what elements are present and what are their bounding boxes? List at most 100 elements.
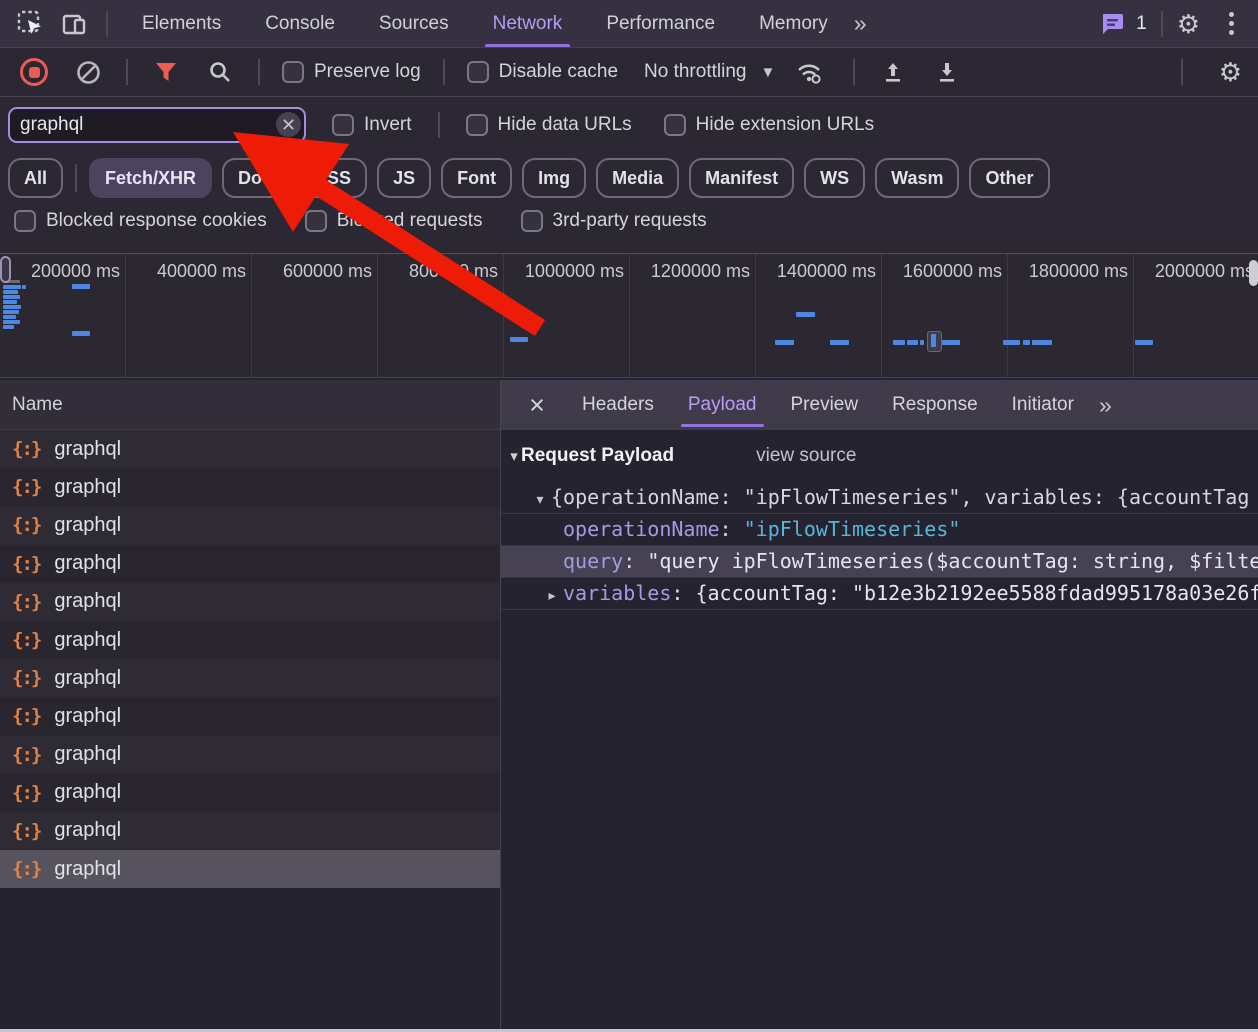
filter-band: ✕ Invert Hide data URLs Hide extension U… [0, 97, 1258, 254]
request-row[interactable]: {:} graphql [0, 582, 500, 621]
top-tab-memory[interactable]: Memory [759, 0, 828, 47]
timeline-request-bar [942, 340, 960, 345]
request-row[interactable]: {:} graphql [0, 811, 500, 851]
timeline-tick: 1200000 ms [650, 261, 750, 281]
request-name: graphql [54, 704, 122, 727]
request-row[interactable]: {:} graphql [0, 468, 500, 507]
request-row[interactable]: {:} graphql [0, 659, 500, 698]
export-har-icon[interactable] [931, 56, 963, 88]
timeline-request-bar [830, 340, 849, 345]
filter-chip-doc[interactable]: Doc [222, 158, 289, 198]
timeline-brush-handle-right[interactable] [1249, 260, 1258, 286]
payload-property-operationName[interactable]: operationName: "ipFlowTimeseries" [501, 514, 1258, 546]
top-tab-sources[interactable]: Sources [379, 0, 449, 47]
payload-summary-row[interactable]: ▾ {operationName: "ipFlowTimeseries", var… [501, 482, 1258, 514]
request-row[interactable]: {:} graphql [0, 735, 500, 774]
blocked-requests-checkbox[interactable] [304, 210, 327, 232]
kebab-menu-icon[interactable] [1218, 12, 1244, 35]
filter-chip-js[interactable]: JS [377, 158, 432, 198]
detail-tab-response[interactable]: Response [875, 380, 995, 430]
detail-tab-initiator[interactable]: Initiator [995, 380, 1091, 430]
filter-chip-all[interactable]: All [8, 158, 64, 198]
request-name: graphql [54, 475, 122, 498]
payload-property-variables[interactable]: ▸ variables: {accountTag: "b12e3b2192ee55… [501, 578, 1258, 610]
more-tabs-icon[interactable]: » [854, 10, 867, 37]
disable-cache-checkbox[interactable] [466, 61, 489, 83]
more-detail-tabs-icon[interactable]: » [1099, 392, 1112, 419]
disable-cache-label: Disable cache [498, 61, 619, 82]
inspect-element-icon[interactable] [14, 8, 46, 40]
filter-chip-ws[interactable]: WS [804, 158, 866, 198]
detail-tabs: Headers Payload Preview Response Initiator [565, 380, 1091, 430]
hide-data-urls-checkbox[interactable] [465, 114, 488, 136]
top-tab-performance[interactable]: Performance [606, 0, 715, 47]
request-row[interactable]: {:} graphql [0, 430, 500, 469]
filter-chip-media[interactable]: Media [596, 158, 680, 198]
blocked-requests-label: Blocked requests [336, 210, 483, 231]
filter-chip-font[interactable]: Font [441, 158, 513, 198]
preserve-log-checkbox[interactable] [282, 61, 304, 83]
payload-value: "query ipFlowTimeseries($accountTag: str… [647, 549, 1258, 573]
detail-tab-payload[interactable]: Payload [671, 380, 774, 430]
json-braces-icon: {:} [12, 476, 42, 499]
json-braces-icon: {:} [12, 552, 42, 575]
filter-chip-img[interactable]: Img [522, 158, 587, 198]
request-row[interactable]: {:} graphql [0, 620, 500, 660]
throttling-dropdown[interactable]: No throttling ▼ [644, 61, 775, 83]
import-har-icon[interactable] [877, 56, 909, 88]
json-braces-icon: {:} [12, 438, 42, 461]
request-row[interactable]: {:} graphql [0, 773, 500, 812]
top-tab-console[interactable]: Console [265, 0, 335, 47]
request-payload-section-header[interactable]: ▾ Request Payload view source [501, 430, 1258, 482]
hide-extension-urls-checkbox[interactable] [663, 114, 686, 136]
clear-network-log-icon[interactable] [72, 56, 104, 88]
hide-extension-urls-label: Hide extension URLs [695, 114, 875, 135]
filter-chip-wasm[interactable]: Wasm [875, 158, 960, 198]
timeline-tick: 2000000 ms [1154, 261, 1254, 281]
detail-tab-headers[interactable]: Headers [565, 380, 671, 430]
payload-tree: ▾ {operationName: "ipFlowTimeseries", var… [501, 482, 1258, 610]
network-filter-input[interactable] [8, 107, 306, 143]
payload-property-query[interactable]: query: "query ipFlowTimeseries($accountT… [501, 546, 1258, 578]
detail-tab-preview[interactable]: Preview [774, 380, 876, 430]
network-settings-gear-icon[interactable]: ⚙ [1219, 59, 1242, 85]
network-overview-timeline[interactable]: 200000 ms 400000 ms 600000 ms 800000 ms 1000… [0, 254, 1258, 378]
timeline-request-bar [3, 305, 21, 309]
filter-chip-manifest[interactable]: Manifest [689, 158, 795, 198]
divider [1160, 10, 1163, 37]
divider [853, 59, 856, 85]
request-name: graphql [54, 781, 122, 804]
request-list: {:} graphql {:} graphql {:} graphql {:} graphql… [0, 430, 500, 1029]
timeline-request-bar [3, 310, 19, 314]
record-network-log-icon[interactable] [18, 56, 50, 88]
triangle-right-icon[interactable]: ▸ [541, 580, 563, 609]
network-conditions-icon[interactable] [793, 56, 825, 88]
filter-chip-fetch-xhr[interactable]: Fetch/XHR [89, 158, 213, 198]
timeline-request-bar [22, 285, 26, 289]
request-row[interactable]: {:} graphql [0, 697, 500, 736]
settings-gear-icon[interactable]: ⚙ [1177, 11, 1200, 37]
top-tab-network[interactable]: Network [484, 0, 570, 47]
filter-funnel-icon[interactable] [150, 56, 182, 88]
search-icon[interactable] [204, 56, 236, 88]
request-row[interactable]: {:} graphql [0, 506, 500, 545]
top-bar-right: 1 ⚙ [1096, 8, 1258, 40]
device-toolbar-icon[interactable] [58, 8, 90, 40]
filter-chip-other[interactable]: Other [969, 158, 1050, 198]
request-row[interactable]: {:} graphql [0, 850, 500, 889]
timeline-brush-handle-left[interactable] [0, 256, 11, 283]
triangle-down-icon[interactable]: ▾ [529, 484, 551, 513]
timeline-request-bar [796, 312, 815, 317]
filter-chip-css[interactable]: CSS [298, 158, 368, 198]
blocked-response-cookies-checkbox[interactable] [14, 210, 36, 232]
request-row[interactable]: {:} graphql [0, 544, 500, 583]
invert-checkbox[interactable] [332, 114, 354, 136]
request-payload-title: Request Payload [521, 445, 675, 466]
top-tab-elements[interactable]: Elements [142, 0, 221, 47]
clear-filter-icon[interactable]: ✕ [276, 112, 301, 137]
close-detail-icon[interactable]: × [517, 380, 557, 430]
name-column-header[interactable]: Name [0, 380, 500, 430]
view-source-link[interactable]: view source [756, 445, 856, 467]
third-party-requests-checkbox[interactable] [520, 210, 543, 232]
issues-bubble-icon[interactable] [1096, 8, 1128, 40]
